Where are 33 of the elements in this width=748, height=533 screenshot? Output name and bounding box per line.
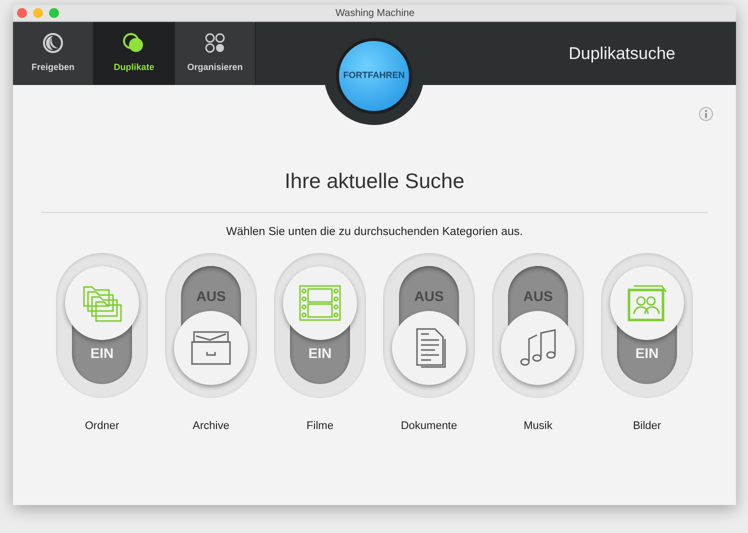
category-label: Ordner xyxy=(84,418,120,434)
subtitle: Wählen Sie unten die zu durchsuchenden Kategorien aus. xyxy=(225,224,524,240)
toggle-switch[interactable]: AUS xyxy=(383,252,475,398)
close-button[interactable] xyxy=(17,8,27,18)
moon-icon xyxy=(42,32,64,54)
category-label: Dokumente xyxy=(400,418,458,434)
category-label: Bilder xyxy=(632,418,662,434)
category-label: Filme xyxy=(306,418,334,434)
circles-grid-icon xyxy=(204,32,226,54)
state-label: AUS xyxy=(523,287,553,306)
toggle-switch[interactable]: EIN xyxy=(56,252,148,398)
state-label: EIN xyxy=(308,344,332,364)
state-label: EIN xyxy=(90,344,114,364)
state-label: AUS xyxy=(414,287,444,306)
toolbar-tab[interactable]: Freigeben xyxy=(13,22,94,85)
start-button[interactable]: FORTFAHREN xyxy=(336,38,412,114)
zoom-button[interactable] xyxy=(49,8,59,18)
category-label: Archive xyxy=(192,418,230,434)
circles-icon xyxy=(122,32,146,54)
info-icon[interactable] xyxy=(699,107,713,121)
state-label: AUS xyxy=(196,287,226,306)
toolbar-title: Duplikatsuche xyxy=(568,42,676,65)
toggle-switch[interactable]: EIN xyxy=(601,252,693,398)
state-label: EIN xyxy=(635,344,659,364)
category-label: Musik xyxy=(524,418,552,434)
toolbar-tab[interactable]: Duplikate xyxy=(94,22,175,85)
toggle-switch[interactable]: AUS xyxy=(165,252,257,398)
toggle-switch[interactable]: AUS xyxy=(492,252,584,398)
toolbar-tab[interactable]: Organisieren xyxy=(175,22,256,85)
window-title: Washing Machine xyxy=(334,6,416,20)
heading: Ihre aktuelle Suche xyxy=(284,169,466,195)
toggle-switch[interactable]: EIN xyxy=(274,252,366,398)
minimize-button[interactable] xyxy=(33,8,43,18)
